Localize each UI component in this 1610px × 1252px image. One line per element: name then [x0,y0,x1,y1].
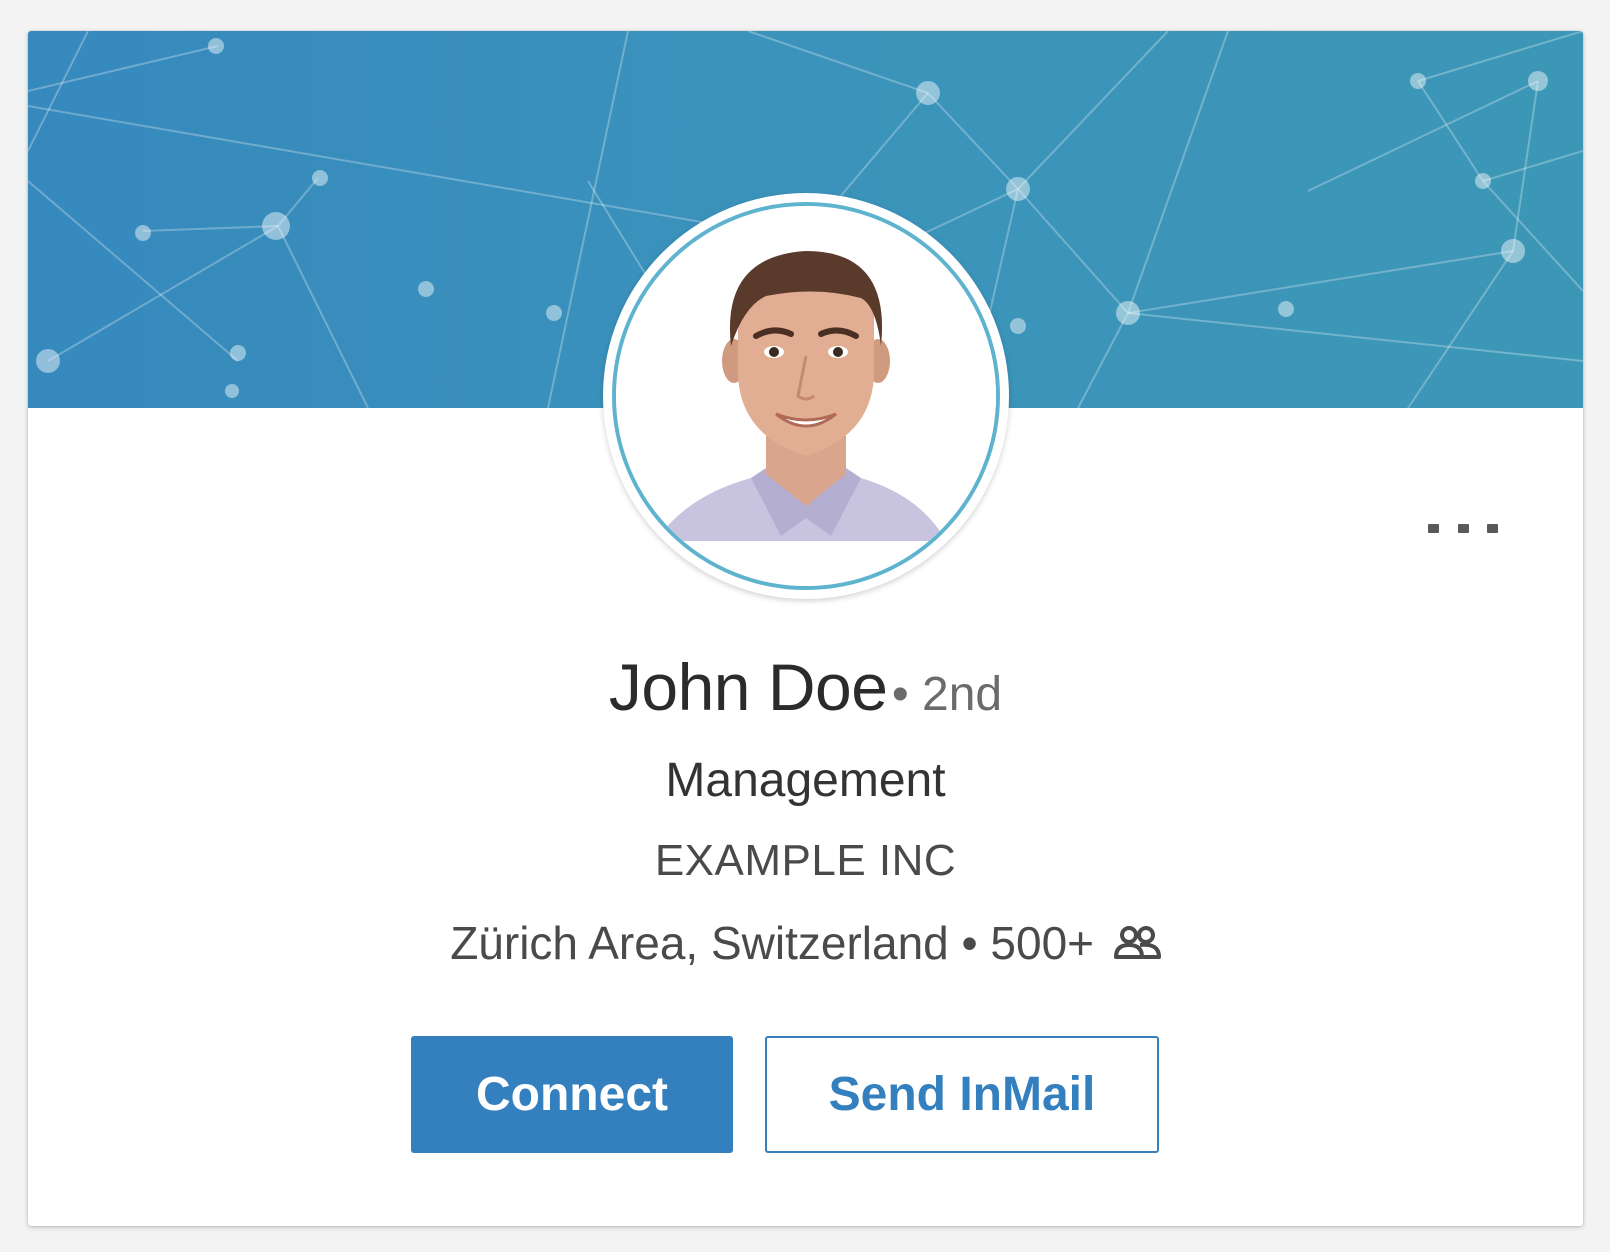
avatar[interactable] [612,202,1000,590]
profile-location: Zürich Area, Switzerland [450,917,949,969]
send-inmail-button[interactable]: Send InMail [765,1036,1159,1153]
people-icon [1113,926,1161,959]
avatar-photo [616,206,996,586]
avatar-frame[interactable] [603,193,1009,599]
more-options-icon [1487,523,1498,533]
connection-degree: • 2nd [891,668,1003,721]
location-row: Zürich Area, Switzerland • 500+ [28,916,1583,970]
profile-card: John Doe • 2nd Management EXAMPLE INC Zü… [28,31,1583,1226]
more-options-button[interactable] [1428,513,1498,543]
more-options-icon [1428,523,1439,533]
connect-button[interactable]: Connect [411,1036,733,1153]
name-row: John Doe • 2nd [28,649,1583,729]
profile-name[interactable]: John Doe [609,650,888,724]
profile-headline: Management [665,754,946,807]
more-options-icon [1457,523,1469,533]
profile-company[interactable]: EXAMPLE INC [28,836,1583,886]
connections-count: 500+ [990,917,1095,969]
separator-dot: • [961,917,978,969]
